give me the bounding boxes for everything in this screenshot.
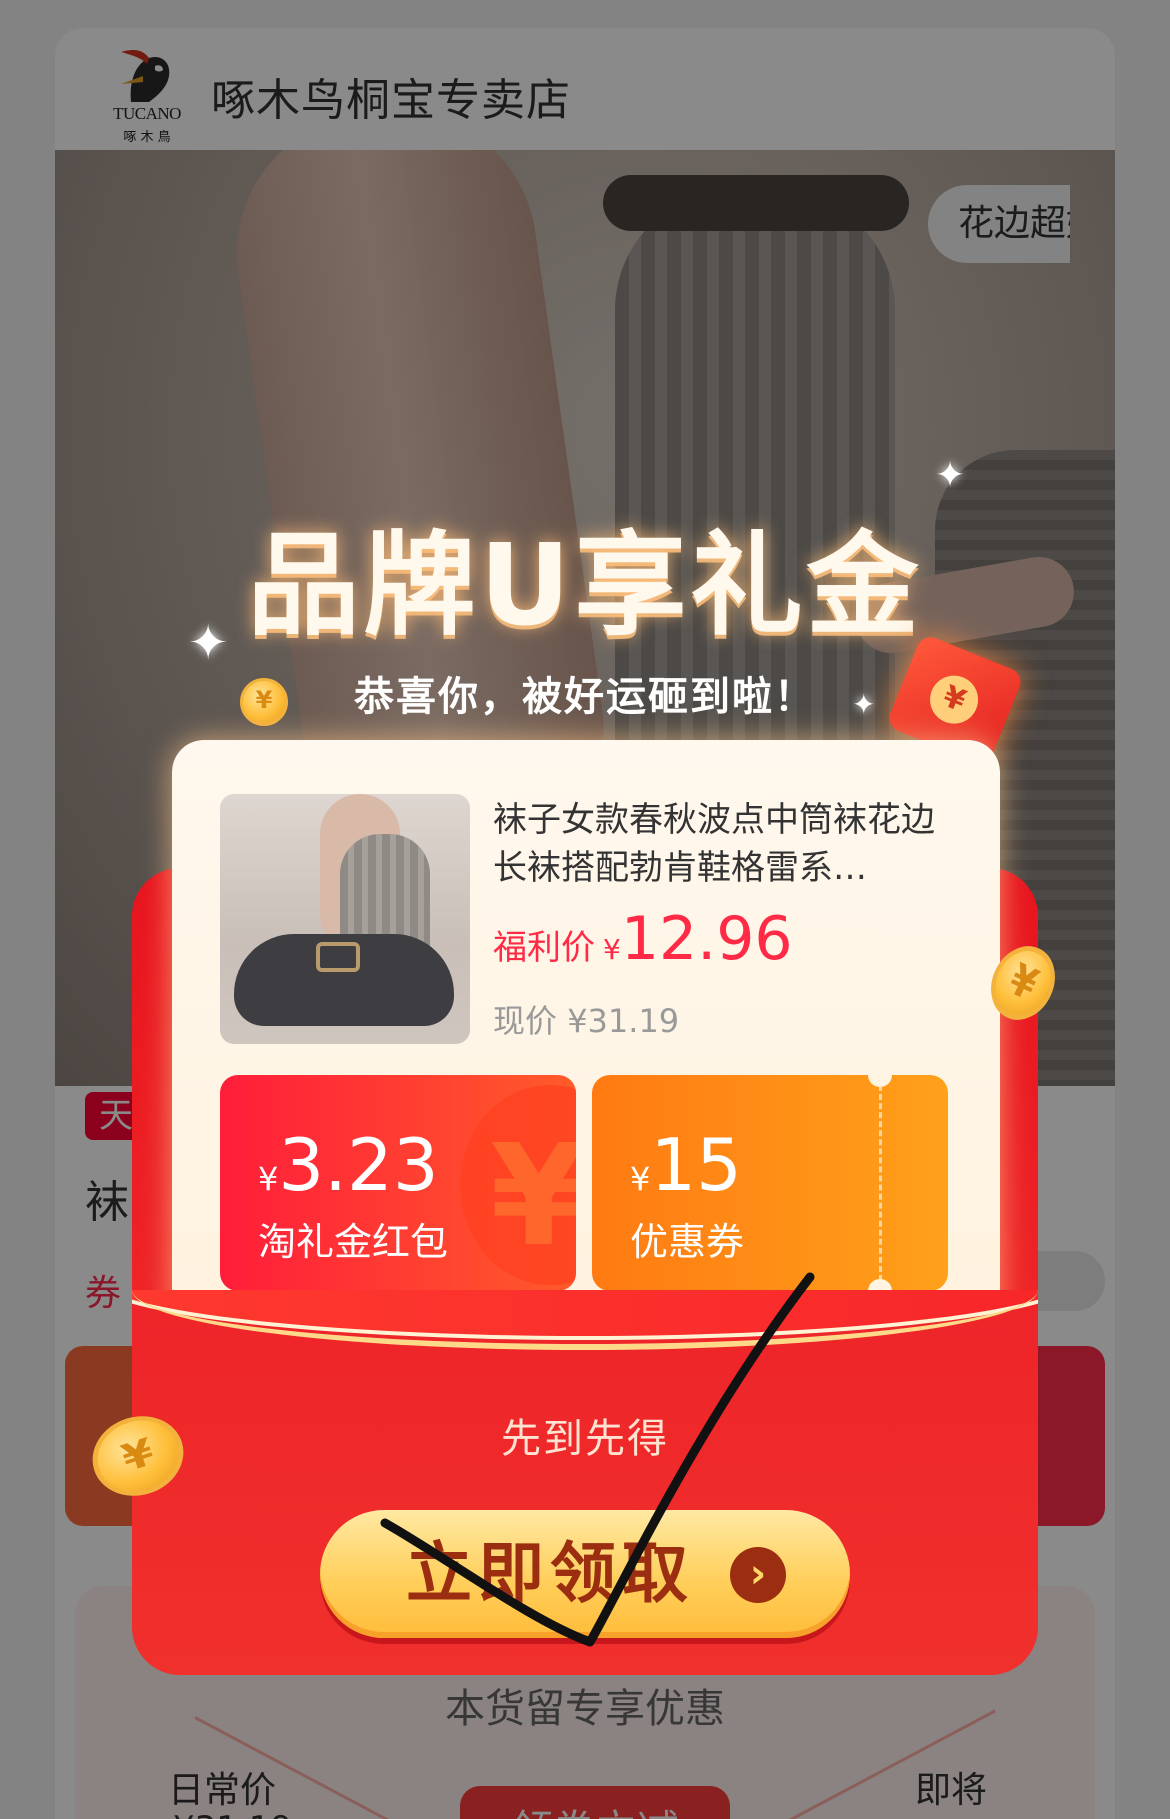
sparkle-icon: ✦ xyxy=(852,688,876,721)
voucher-value: 15 xyxy=(650,1123,742,1207)
voucher-currency: ¥ xyxy=(630,1160,651,1198)
current-price: 现价 ¥31.19 xyxy=(493,996,679,1042)
voucher-amount: ¥3.23 xyxy=(258,1123,439,1207)
gift-card: 袜子女款春秋波点中筒袜花边长袜搭配勃肯鞋格雷系… 福利价 ¥12.96 现价 ¥3… xyxy=(172,740,1000,1330)
welfare-price: 福利价 ¥12.96 xyxy=(493,904,793,974)
chevron-right-icon: › xyxy=(730,1547,786,1603)
yen-watermark-icon: ¥ xyxy=(490,1115,576,1278)
product-info[interactable]: 袜子女款春秋波点中筒袜花边长袜搭配勃肯鞋格雷系… 福利价 ¥12.96 现价 ¥3… xyxy=(220,794,948,1044)
popup-subtitle: 恭喜你，被好运砸到啦！ xyxy=(354,674,816,720)
voucher-label: 优惠券 xyxy=(630,1220,745,1264)
product-thumbnail[interactable] xyxy=(220,794,470,1044)
coupon-voucher[interactable]: ¥15 优惠券 xyxy=(592,1075,948,1291)
voucher-currency: ¥ xyxy=(258,1160,279,1198)
first-come-text: 先到先得 xyxy=(501,1416,669,1462)
voucher-perforation xyxy=(879,1085,882,1281)
coin-icon: ¥ xyxy=(240,678,288,726)
gift-money-voucher[interactable]: ¥ ¥3.23 淘礼金红包 xyxy=(220,1075,576,1291)
welfare-price-label: 福利价 xyxy=(493,928,595,968)
voucher-value: 3.23 xyxy=(278,1123,439,1207)
popup-title: 品牌U享礼金 xyxy=(247,521,923,651)
thumb-buckle xyxy=(316,942,360,972)
voucher-notch xyxy=(868,1075,892,1087)
claim-now-button[interactable]: 立即领取 › xyxy=(320,1510,850,1638)
welfare-price-value: 12.96 xyxy=(620,904,793,974)
claim-button-label: 立即领取 xyxy=(406,1535,694,1612)
welfare-price-currency: ¥ xyxy=(603,933,621,966)
sparkle-icon: ✦ xyxy=(188,615,229,671)
voucher-label: 淘礼金红包 xyxy=(258,1220,449,1264)
current-price-label: 现价 xyxy=(493,1002,558,1040)
product-title[interactable]: 袜子女款春秋波点中筒袜花边长袜搭配勃肯鞋格雷系… xyxy=(493,796,948,892)
envelope-coin-icon: ¥ xyxy=(922,668,986,731)
current-price-value: ¥31.19 xyxy=(567,1002,680,1040)
voucher-amount: ¥15 xyxy=(630,1123,742,1207)
sparkle-icon: ✦ xyxy=(935,455,966,496)
